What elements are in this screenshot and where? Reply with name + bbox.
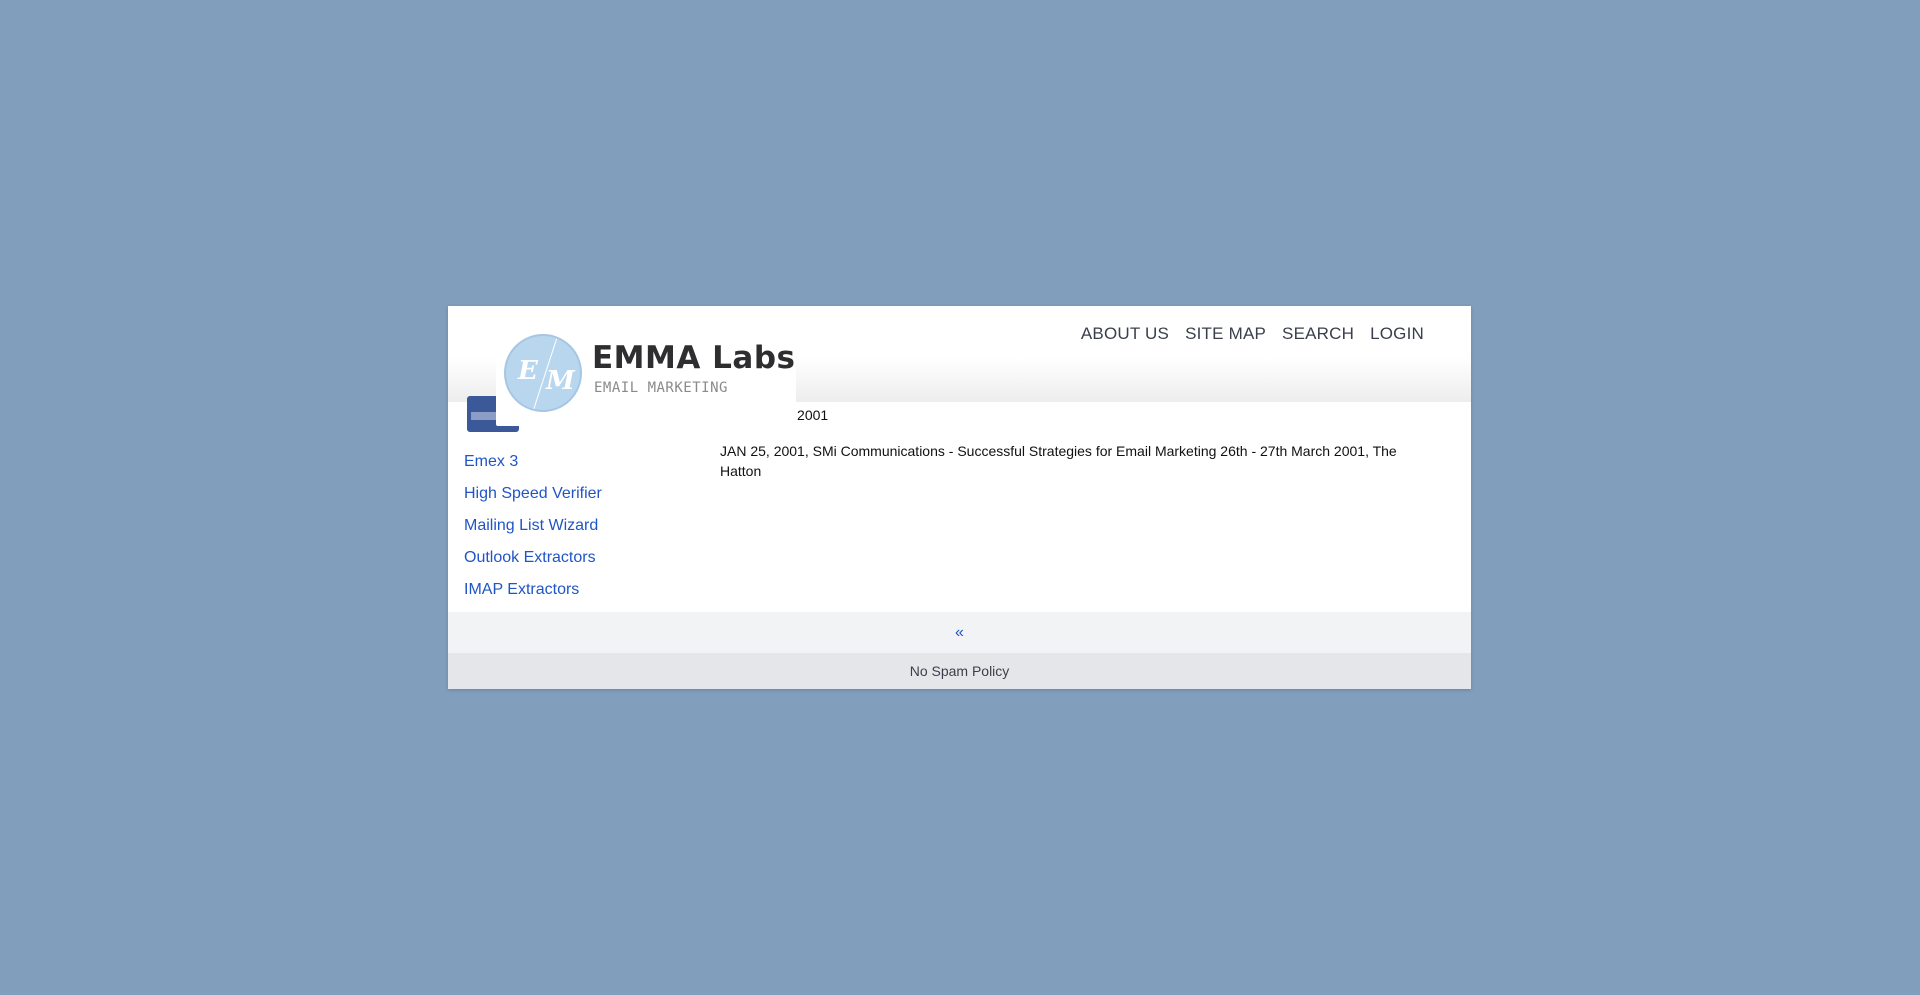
pagination-bar: « <box>448 612 1471 653</box>
article-date: January 25, 2001 <box>720 407 829 423</box>
main-content: January 25, 2001 JAN 25, 2001, SMi Commu… <box>720 406 1440 481</box>
logo-tagline: EMAIL MARKETING <box>594 380 728 396</box>
nav-search[interactable]: SEARCH <box>1282 324 1354 344</box>
nav-site-map[interactable]: SITE MAP <box>1185 324 1266 344</box>
page-container: ABOUT US SITE MAP SEARCH LOGIN facebook … <box>448 306 1471 689</box>
site-footer: No Spam Policy <box>448 653 1471 689</box>
sidebar-item-emex-3[interactable]: Emex 3 <box>464 446 684 478</box>
sidebar-item-mailing-list-wizard[interactable]: Mailing List Wizard <box>464 510 684 542</box>
sidebar-item-imap-extractors[interactable]: IMAP Extractors <box>464 574 684 606</box>
logo-name: EMMA Labs <box>592 340 796 376</box>
nav-about-us[interactable]: ABOUT US <box>1081 324 1169 344</box>
sidebar-item-high-speed-verifier[interactable]: High Speed Verifier <box>464 478 684 510</box>
previous-page-link[interactable]: « <box>955 612 964 653</box>
sidebar: Emex 3 High Speed Verifier Mailing List … <box>464 446 684 606</box>
site-logo[interactable]: E M EMMA Labs EMAIL MARKETING <box>496 326 796 426</box>
article-text: JAN 25, 2001, SMi Communications - Succe… <box>720 443 1397 479</box>
emma-logo-icon: E M <box>504 334 582 412</box>
no-spam-policy-link[interactable]: No Spam Policy <box>910 653 1010 689</box>
nav-login[interactable]: LOGIN <box>1370 324 1424 344</box>
top-navigation: ABOUT US SITE MAP SEARCH LOGIN <box>1081 324 1424 344</box>
sidebar-item-outlook-extractors[interactable]: Outlook Extractors <box>464 542 684 574</box>
